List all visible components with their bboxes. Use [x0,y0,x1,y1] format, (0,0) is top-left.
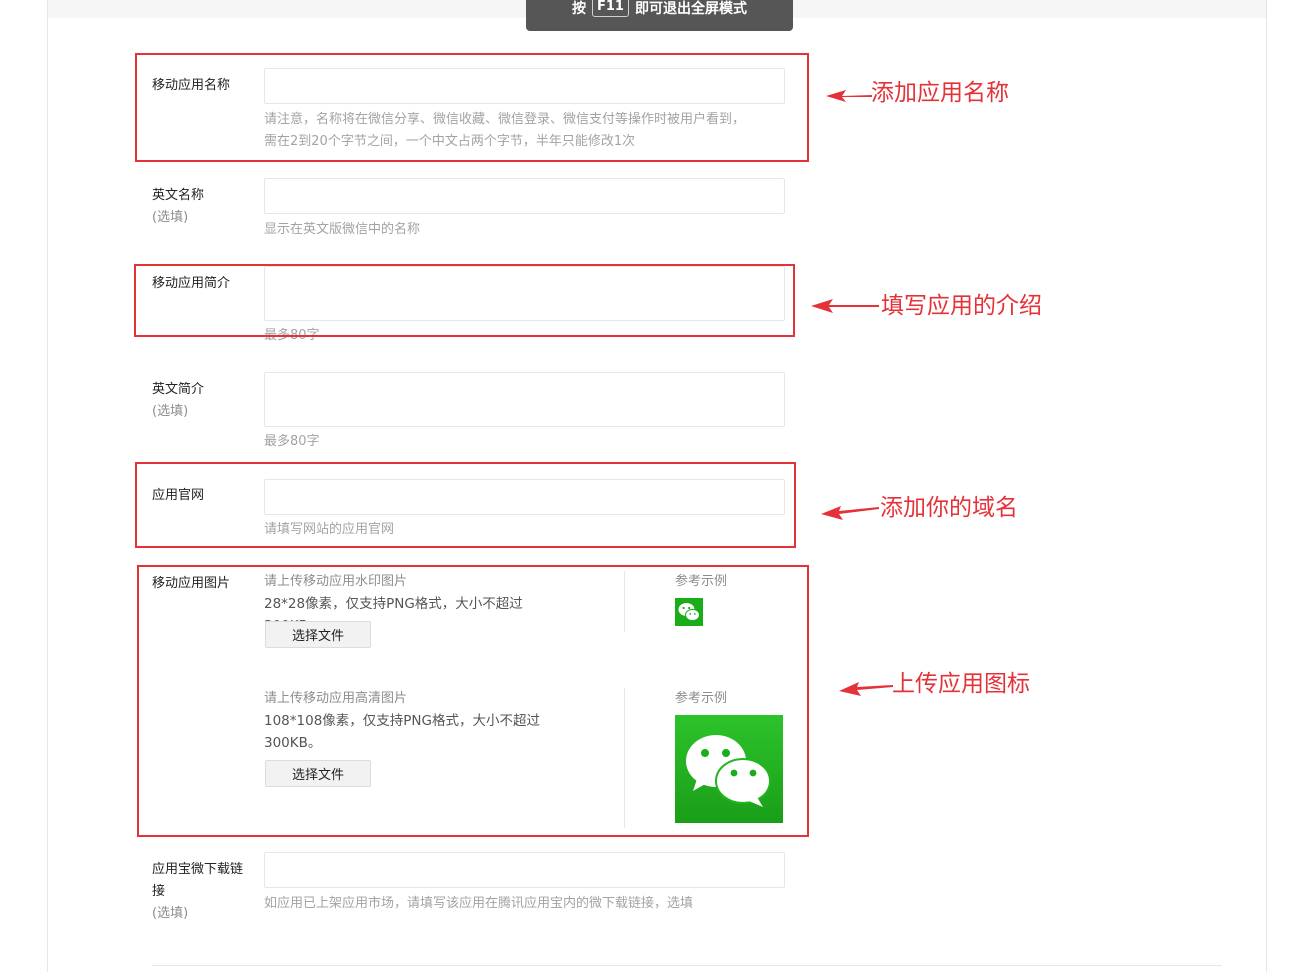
highlight-app-name [135,53,809,162]
yyb-link-label-line1: 应用宝微下载链 [152,862,244,877]
english-name-input[interactable] [264,178,785,214]
annotation-fill-intro: 填写应用的介绍 [881,293,1042,319]
english-name-label: 英文名称 (选填) [152,185,256,229]
yyb-link-optional: (选填) [152,906,189,921]
english-intro-label: 英文简介 (选填) [152,379,256,423]
red-arrow-icon [811,299,879,313]
red-arrow-icon [839,682,893,696]
annotation-add-domain: 添加你的域名 [880,495,1018,521]
bottom-divider [152,965,1222,966]
fullscreen-tip-suffix: 即可退出全屏模式 [634,0,747,17]
highlight-app-intro [134,264,795,337]
f11-key: F11 [592,0,629,17]
red-arrow-icon [821,506,879,520]
english-intro-hint: 最多80字 [264,434,320,449]
english-intro-textarea[interactable] [264,372,785,427]
annotation-add-app-name: 添加应用名称 [871,80,1009,106]
english-name-label-text: 英文名称 [152,188,205,203]
fullscreen-tip-prefix: 按 [572,0,586,17]
english-name-hint: 显示在英文版微信中的名称 [264,222,421,237]
english-intro-optional: (选填) [152,404,189,419]
highlight-app-image [137,565,809,837]
red-arrow-icon [826,90,872,102]
yyb-link-input[interactable] [264,852,785,888]
highlight-website [135,462,796,548]
fullscreen-exit-tip: 按 F11 即可退出全屏模式 [526,0,793,31]
yyb-link-hint: 如应用已上架应用市场，请填写该应用在腾讯应用宝内的微下载链接，选填 [264,896,694,911]
yyb-link-label: 应用宝微下载链 接 (选填) [152,859,256,925]
annotation-upload-icon: 上传应用图标 [892,671,1030,697]
english-intro-label-text: 英文简介 [152,382,205,397]
yyb-link-label-line2: 接 [152,884,166,899]
english-name-optional: (选填) [152,210,189,225]
